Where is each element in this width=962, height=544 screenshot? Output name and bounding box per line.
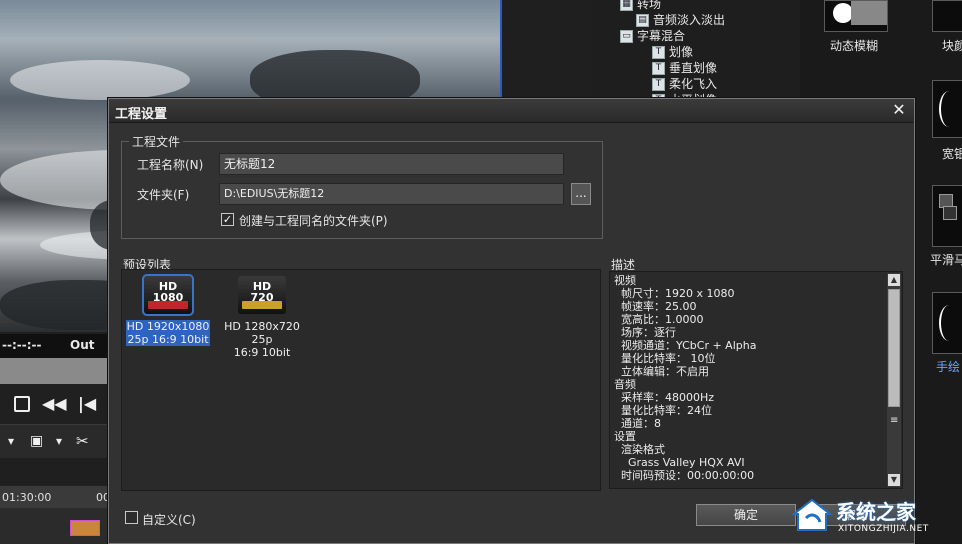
watermark: 系统之家 XITONGZHIJIA.NET: [790, 494, 960, 538]
tree-item-audio-fade[interactable]: ▤ 音频淡入淡出: [636, 12, 725, 28]
create-folder-checkbox[interactable]: ✓: [221, 213, 234, 226]
timecode-bar: --:--:-- Out: [0, 334, 110, 358]
preset-list: HD 1080 HD 1920x1080 25p 16:9 10bit HD 7…: [121, 269, 601, 491]
description-scrollbar[interactable]: ▲ ≡ ▼: [887, 273, 901, 487]
description-box[interactable]: 视频 帧尺寸：1920 x 1080 帧速率：25.00 宽高比：1.0000 …: [609, 271, 903, 489]
tree-item-wipe[interactable]: T 划像: [652, 44, 693, 60]
scrub-bar[interactable]: [0, 358, 110, 384]
project-settings-dialog: 工程设置 ✕ 工程文件 工程名称(N) 无标题12 文件夹(F) D:\EDIU…: [108, 98, 915, 544]
preset-hd1080[interactable]: HD 1080 HD 1920x1080 25p 16:9 10bit: [126, 274, 210, 346]
hd720-icon: HD 720: [238, 276, 286, 314]
effect-thumb-block[interactable]: [932, 0, 962, 32]
project-file-legend: 工程文件: [129, 133, 184, 150]
dropdown-icon[interactable]: ▾: [8, 431, 14, 451]
timeline-toolbar: ▾ ▣ ▾ ✂: [0, 424, 110, 458]
clip-thumbnail[interactable]: [70, 520, 100, 536]
effect-label-motion-blur: 动态模糊: [830, 39, 879, 53]
effect-thumb-handdrawn[interactable]: [932, 292, 962, 354]
description-line: 视频: [614, 274, 636, 287]
description-line: 通道：8: [614, 417, 661, 430]
rewind-icon[interactable]: ◀◀: [42, 394, 67, 414]
preset-caption: HD 1280x720 25p 16:9 10bit: [224, 320, 300, 359]
step-back-icon[interactable]: |◀: [78, 394, 96, 414]
description-line: 量化比特率：24位: [614, 404, 712, 417]
effect-icon: ▤: [636, 14, 649, 27]
scroll-thumb[interactable]: [888, 289, 900, 407]
dropdown-icon[interactable]: ▾: [56, 431, 62, 451]
preset-hd720[interactable]: HD 720 HD 1280x720 25p 16:9 10bit: [214, 276, 310, 359]
scroll-up-icon[interactable]: ▲: [888, 274, 900, 286]
stop-icon[interactable]: [14, 396, 30, 412]
custom-checkbox[interactable]: [125, 511, 138, 524]
ok-button[interactable]: 确定: [696, 504, 796, 526]
folder-label: 文件夹(F): [137, 188, 190, 202]
effect-thumb-motion-blur[interactable]: [824, 0, 888, 32]
text-effect-icon: T: [652, 62, 665, 75]
scroll-down-icon[interactable]: ▼: [888, 474, 900, 486]
project-name-field[interactable]: 无标题12: [219, 153, 564, 175]
effect-thumb-smooth[interactable]: [932, 185, 962, 247]
description-line: 帧速率：25.00: [614, 300, 697, 313]
out-label: Out: [70, 338, 95, 352]
effect-thumb-wide[interactable]: [932, 80, 962, 138]
description-line: 帧尺寸：1920 x 1080: [614, 287, 735, 300]
timeline-ruler: 01:30:00 00:: [0, 486, 114, 508]
in-timecode: --:--:--: [2, 338, 42, 352]
tree-item-title-mix[interactable]: ▭ 字幕混合: [620, 28, 685, 44]
preset-caption: HD 1920x1080 25p 16:9 10bit: [126, 320, 210, 346]
effects-tree: ▦转场 ▤音频淡入淡出 ▭字幕混合 T划像 T垂直划像 T柔化飞入 T水平划像: [592, 0, 800, 107]
description-line: 设置: [614, 430, 636, 443]
hd1080-icon: HD 1080: [142, 274, 194, 316]
description-line: 渲染格式: [614, 443, 665, 456]
folder-icon: ▦: [620, 0, 633, 11]
folder-path-field[interactable]: D:\EDIUS\无标题12: [219, 183, 564, 205]
description-line: 宽高比：1.0000: [614, 313, 704, 326]
timeline-track: [0, 508, 110, 544]
tree-item-vertical-wipe[interactable]: T 垂直划像: [652, 60, 717, 76]
text-effect-icon: T: [652, 78, 665, 91]
save-icon[interactable]: ▣: [30, 431, 43, 451]
description-line: Grass Valley HQX AVI: [614, 456, 745, 469]
watermark-brand: 系统之家: [836, 500, 916, 524]
effect-label-block: 块颜: [942, 39, 962, 53]
create-folder-label: 创建与工程同名的文件夹(P): [239, 214, 388, 228]
tree-item-soft-fly-in[interactable]: T 柔化飞入: [652, 76, 717, 92]
effect-label-wide: 宽银: [942, 147, 962, 161]
browse-button[interactable]: ...: [571, 183, 591, 205]
project-name-label: 工程名称(N): [137, 158, 204, 172]
custom-label: 自定义(C): [142, 513, 196, 527]
effect-label-smooth: 平滑马: [930, 253, 962, 267]
scissors-icon[interactable]: ✂: [76, 431, 89, 451]
close-icon[interactable]: ✕: [890, 101, 908, 119]
description-line: 量化比特率： 10位: [614, 352, 716, 365]
description-line: 音频: [614, 378, 636, 391]
effect-label-handdrawn: 手绘: [936, 360, 961, 374]
transport-controls: ◀◀ |◀: [0, 384, 110, 424]
ruler-time: 01:30:00: [2, 491, 52, 504]
description-line: 采样率：48000Hz: [614, 391, 715, 404]
description-line: 场序：逐行: [614, 326, 676, 339]
description-line: 视频通道：YCbCr + Alpha: [614, 339, 757, 352]
house-logo-icon: [791, 498, 833, 531]
dialog-title: 工程设置: [115, 107, 168, 122]
dialog-titlebar[interactable]: 工程设置 ✕: [109, 99, 914, 123]
description-line: 时间码预设：00:00:00:00: [614, 469, 755, 482]
text-effect-icon: T: [652, 46, 665, 59]
watermark-url: XITONGZHIJIA.NET: [838, 524, 929, 534]
description-line: 立体编辑：不启用: [614, 365, 709, 378]
scroll-grip-icon: ≡: [890, 415, 899, 426]
tree-item-transitions[interactable]: ▦ 转场: [620, 0, 661, 12]
folder-icon: ▭: [620, 30, 633, 43]
project-file-group: 工程文件 工程名称(N) 无标题12 文件夹(F) D:\EDIUS\无标题12…: [121, 133, 603, 239]
